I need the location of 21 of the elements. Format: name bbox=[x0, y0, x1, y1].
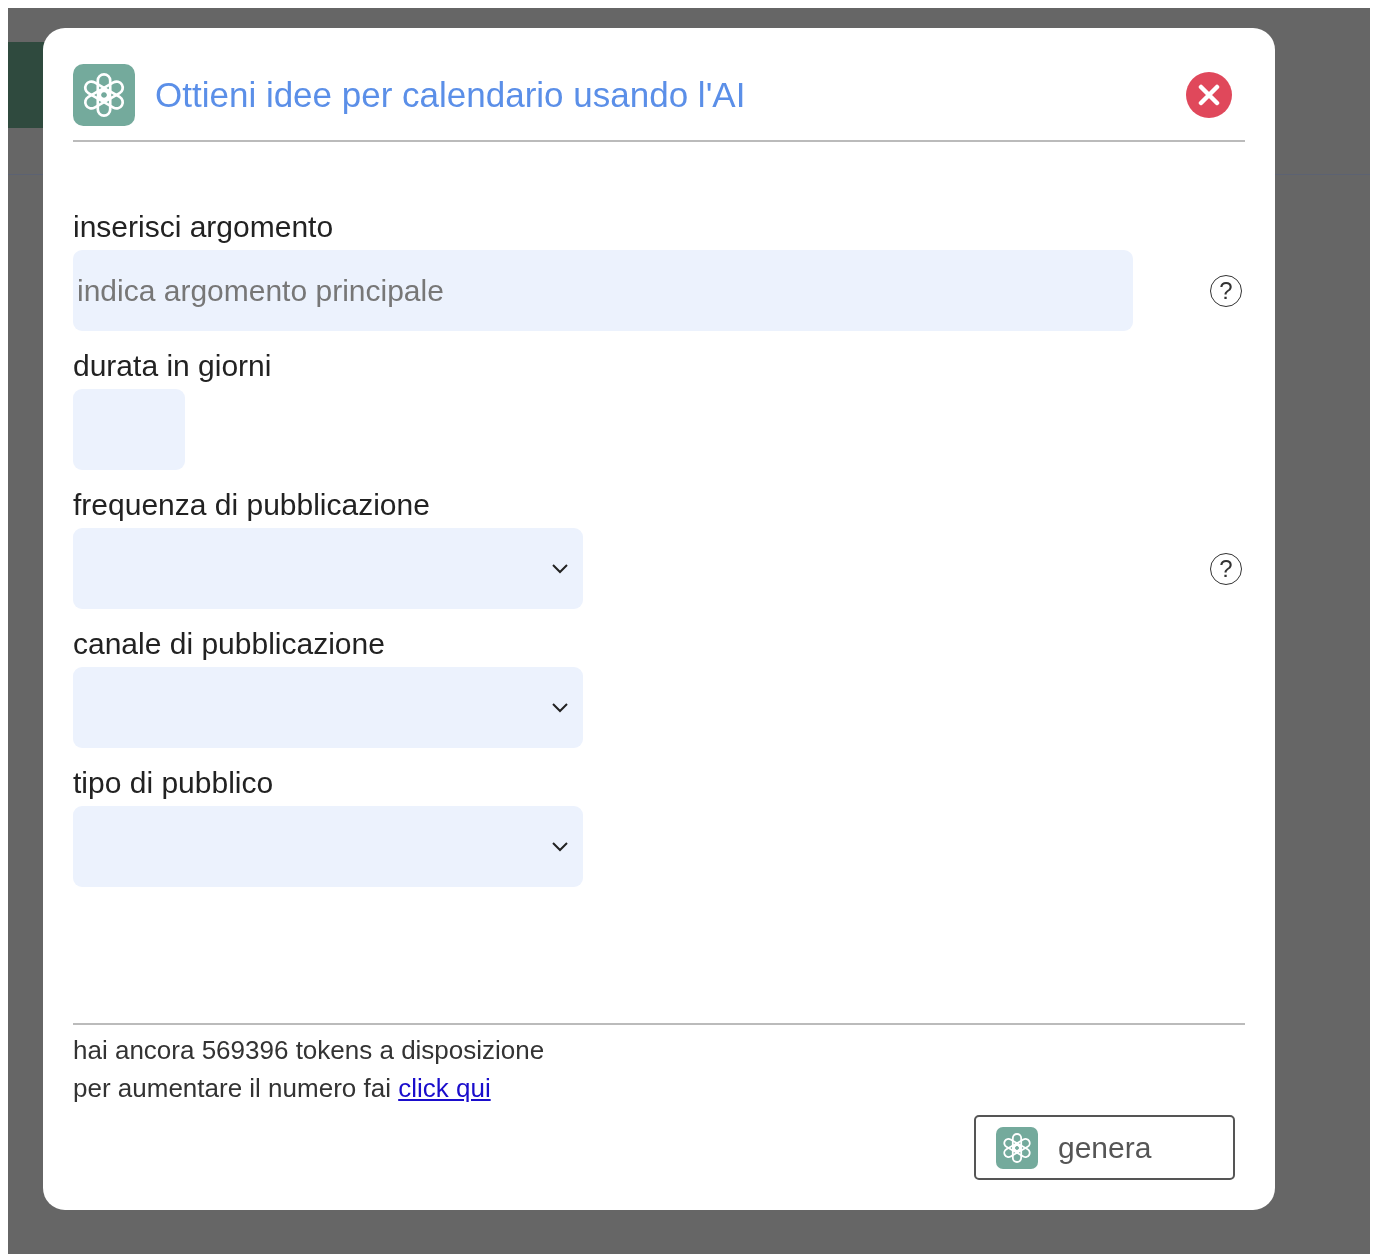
logo-icon bbox=[73, 64, 135, 126]
chevron-icon bbox=[551, 701, 569, 714]
logo-icon bbox=[996, 1126, 1038, 1169]
field-label: tipo di pubblico bbox=[73, 765, 275, 801]
increase-text: per aumentare il numero fai click qui bbox=[73, 1072, 492, 1105]
click-link[interactable]: click qui bbox=[398, 1073, 491, 1103]
select-field[interactable] bbox=[73, 667, 583, 748]
generate-button[interactable]: genera bbox=[974, 1115, 1235, 1180]
chevron-icon bbox=[551, 840, 569, 853]
field-label: inserisci argomento bbox=[73, 209, 335, 245]
tokens-text: hai ancora 569396 tokens a disposizione bbox=[73, 1034, 546, 1067]
field-label: frequenza di pubblicazione bbox=[73, 487, 431, 523]
close-button[interactable] bbox=[1186, 72, 1232, 118]
select-field[interactable] bbox=[73, 806, 583, 887]
field-label: durata in giorni bbox=[73, 348, 273, 384]
input-field[interactable]: indica argomento principale bbox=[73, 250, 1133, 331]
select-field[interactable] bbox=[73, 528, 583, 609]
field-label: canale di pubblicazione bbox=[73, 626, 386, 662]
close-icon bbox=[1198, 84, 1220, 106]
dialog-title: Ottieni idee per calendario usando l'AI bbox=[155, 75, 747, 115]
chevron-icon bbox=[551, 562, 569, 575]
